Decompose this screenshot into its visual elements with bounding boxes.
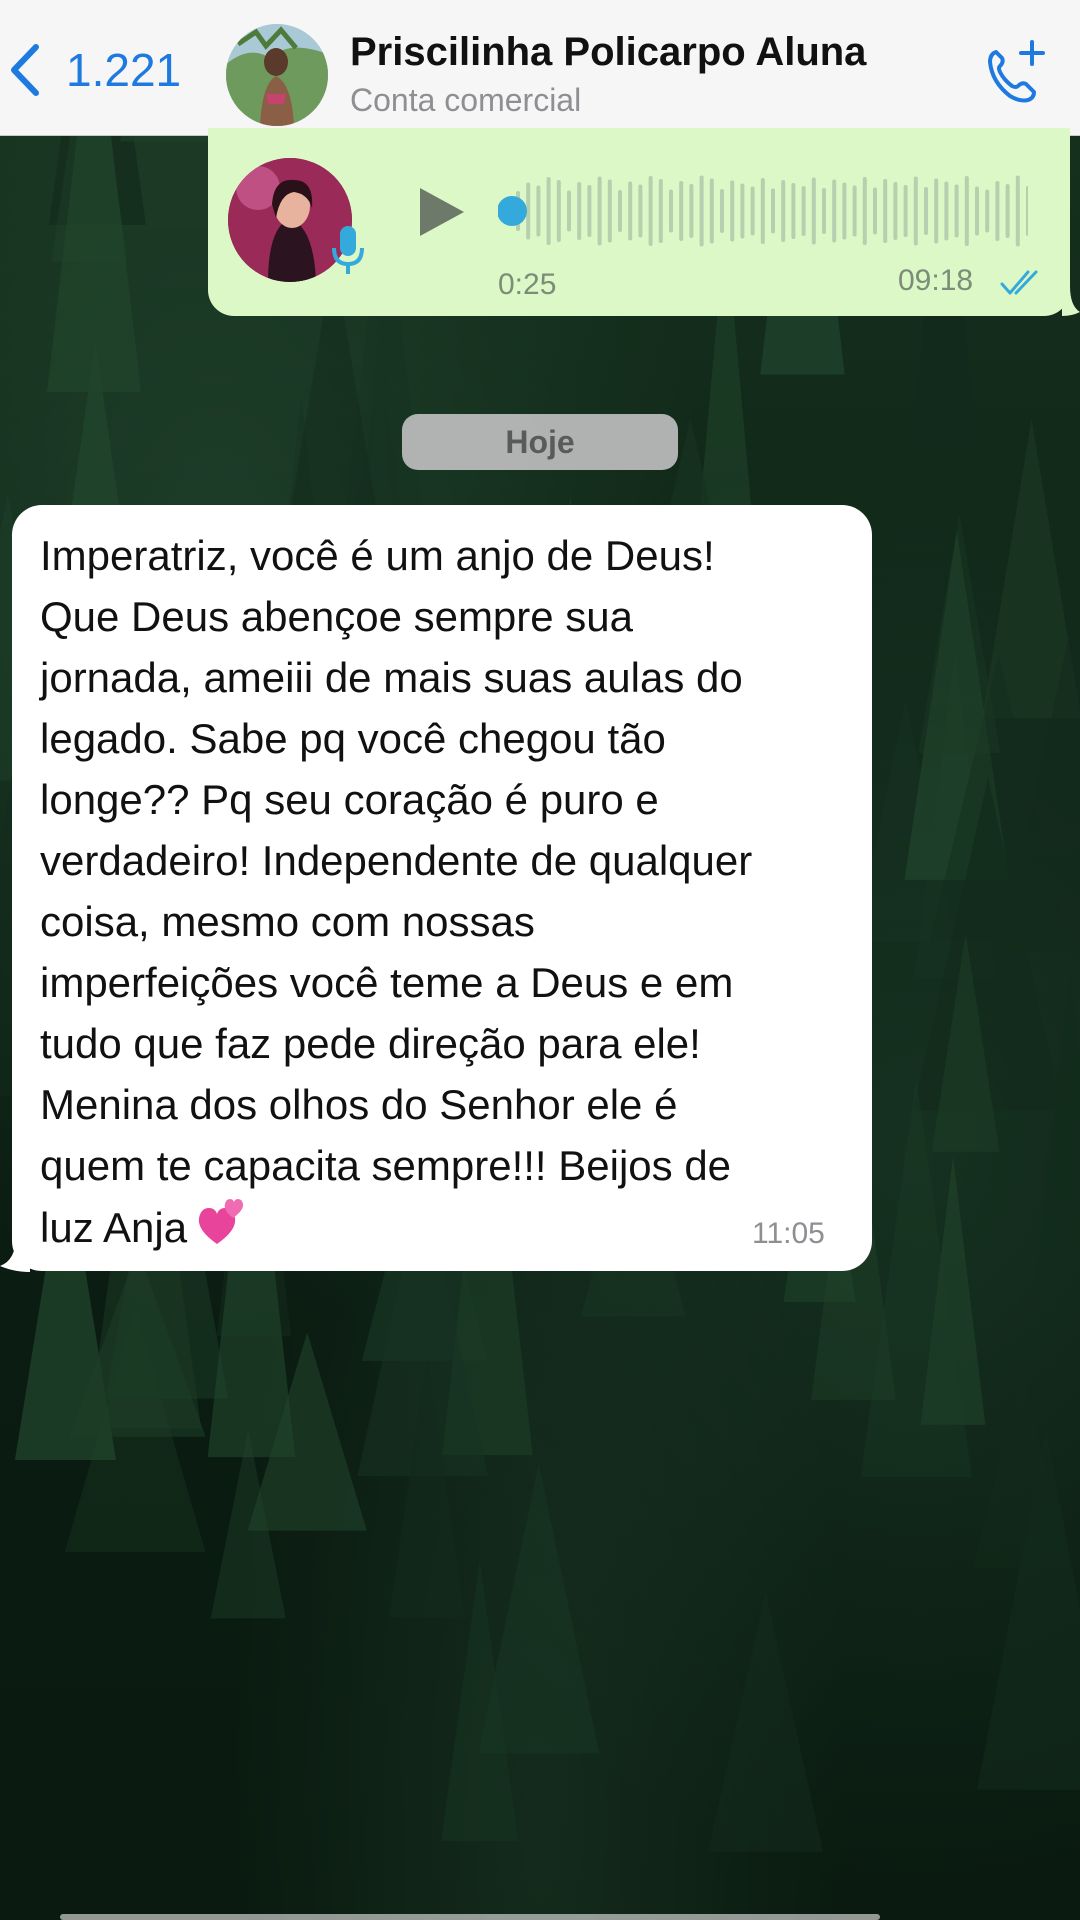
double-check-icon [1000,270,1038,295]
date-separator: Hoje [402,414,678,470]
voice-duration: 0:25 [498,268,557,301]
unread-count: 1.221 [66,44,182,96]
message-line: imperfeições você teme a Deus e em [40,959,734,1006]
incoming-message-bubble[interactable]: Imperatriz, você é um anjo de Deus! Que … [12,505,872,1271]
bubble-tail [1062,286,1080,316]
voice-message-bubble[interactable]: 0:25 09:18 [208,128,1070,316]
add-call-button[interactable] [982,38,1052,108]
message-line: luz Anja [40,1204,188,1251]
contact-subtitle: Conta comercial [350,82,582,118]
home-indicator[interactable] [60,1914,880,1920]
two-hearts-icon [198,1199,244,1244]
audio-waveform-slider[interactable] [498,168,1028,254]
contact-avatar[interactable] [226,24,328,126]
message-line: jornada, ameiii de mais suas aulas do [40,654,743,701]
message-line: verdadeiro! Independente de qualquer [40,837,753,884]
message-line: quem te capacita sempre!!! Beijos de [40,1142,732,1189]
message-line-last: luz Anja [40,1196,860,1258]
message-line: Menina dos olhos do Senhor ele é [40,1081,678,1128]
contact-photo [226,24,328,126]
message-line: Imperatriz, você é um anjo de Deus! [40,532,715,579]
message-time: 11:05 [752,1217,825,1250]
message-line: tudo que faz pede direção para ele! [40,1020,701,1067]
contact-name[interactable]: Priscilinha Policarpo Aluna [350,30,866,75]
message-line: Que Deus abençoe sempre sua [40,593,634,640]
message-line: coisa, mesmo com nossas [40,898,535,945]
play-button[interactable] [408,180,472,244]
message-line: longe?? Pq seu coração é puro e [40,776,659,823]
voice-message-time: 09:18 [898,264,974,297]
play-icon [420,188,464,236]
phone-plus-icon [988,40,1045,103]
microphone-icon [328,220,368,280]
message-text: Imperatriz, você é um anjo de Deus! Que … [40,525,860,1258]
chevron-left-icon [11,44,39,96]
message-line: legado. Sabe pq você chegou tão [40,715,666,762]
back-button[interactable]: 1.221 [0,30,190,110]
chat-header: 1.221 Priscilinha Policarpo Aluna Conta … [0,0,1080,136]
playback-position-dot[interactable] [498,196,527,226]
